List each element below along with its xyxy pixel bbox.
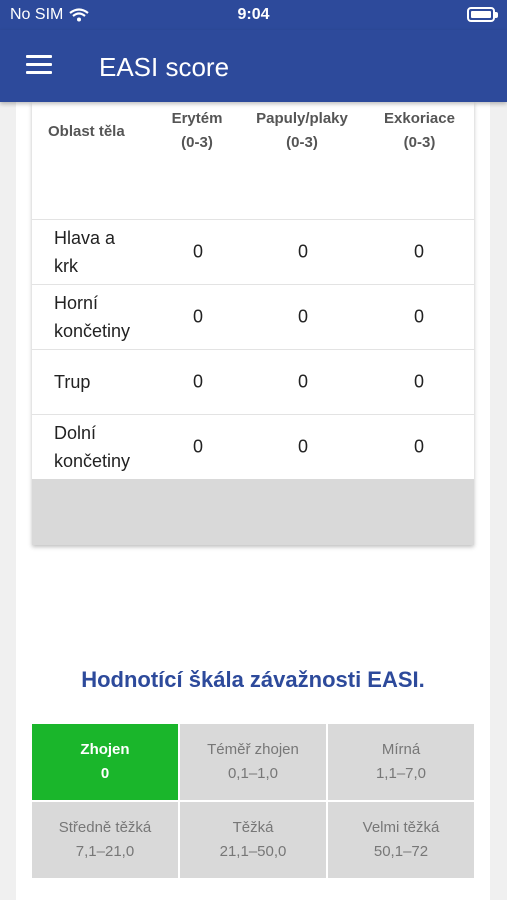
scale-cell-healed: Zhojen 0 <box>32 724 178 800</box>
column-header-excoriation-range: (0-3) <box>403 134 436 151</box>
column-header-excoriation-label: Exkoriace <box>384 110 455 127</box>
scale-cell-severe: Těžká 21,1–50,0 <box>180 802 326 878</box>
scale-cell-range: 1,1–7,0 <box>375 765 427 782</box>
row-area-line: končetiny <box>54 450 131 471</box>
scale-cell-range: 7,1–21,0 <box>75 843 135 860</box>
menu-icon[interactable] <box>26 55 52 75</box>
scale-cell-range: 0,1–1,0 <box>227 765 279 782</box>
severity-scale-title: Hodnotící škála závažnosti EASI. <box>81 667 425 692</box>
scale-cell-label: Téměř zhojen <box>207 741 299 758</box>
erythema-value[interactable]: 0 <box>178 306 218 327</box>
app-bar: EASI score <box>0 30 507 102</box>
row-area-label: Hlava a krk <box>54 224 154 280</box>
row-area-line: Trup <box>54 371 91 392</box>
row-area-line: Horní <box>54 292 99 313</box>
battery-icon <box>467 7 498 22</box>
row-area-label: Horní končetiny <box>54 289 154 345</box>
column-header-papules-range: (0-3) <box>286 134 318 151</box>
papules-value[interactable]: 0 <box>283 306 323 327</box>
row-area-line: Hlava a <box>54 227 116 248</box>
excoriation-value[interactable]: 0 <box>399 436 439 457</box>
content-page: Oblast těla Erytém (0-3) Papuly/plaky (0… <box>16 102 490 900</box>
row-area-line: krk <box>54 255 78 276</box>
table-row-head-neck[interactable]: Hlava a krk 0 0 0 <box>32 219 474 283</box>
severity-scale-grid: Zhojen 0 Téměř zhojen 0,1–1,0 Mírná 1,1–… <box>32 724 474 880</box>
papules-value[interactable]: 0 <box>283 436 323 457</box>
row-area-line: Dolní <box>54 422 97 443</box>
table-row-lower-limbs[interactable]: Dolní končetiny 0 0 0 <box>32 414 474 478</box>
column-header-erythema-label: Erytém <box>171 110 223 127</box>
scale-cell-moderate: Středně těžká 7,1–21,0 <box>32 802 178 878</box>
column-header-area: Oblast těla <box>48 123 125 140</box>
excoriation-value[interactable]: 0 <box>399 241 439 262</box>
app-title: EASI score <box>99 52 230 82</box>
row-area-label: Trup <box>54 368 154 396</box>
papules-value[interactable]: 0 <box>283 241 323 262</box>
row-area-label: Dolní končetiny <box>54 419 154 475</box>
scale-cell-label: Zhojen <box>80 741 130 758</box>
erythema-value[interactable]: 0 <box>178 241 218 262</box>
papules-value[interactable]: 0 <box>283 371 323 392</box>
scale-cell-range: 0 <box>100 765 110 782</box>
column-header-erythema: Erytém (0-3) <box>162 107 232 155</box>
erythema-value[interactable]: 0 <box>178 436 218 457</box>
column-header-papules-label: Papuly/plaky <box>256 110 348 127</box>
excoriation-value[interactable]: 0 <box>399 306 439 327</box>
scale-cell-mild: Mírná 1,1–7,0 <box>328 724 474 800</box>
status-bar: No SIM 9:04 <box>0 0 507 30</box>
scale-cell-very-severe: Velmi těžká 50,1–72 <box>328 802 474 878</box>
scale-cell-range: 50,1–72 <box>373 843 429 860</box>
scale-cell-label: Středně těžká <box>58 819 152 836</box>
status-time: 9:04 <box>237 6 270 23</box>
table-footer <box>32 479 474 545</box>
scale-cell-range: 21,1–50,0 <box>219 843 287 860</box>
column-header-excoriation: Exkoriace (0-3) <box>377 107 462 155</box>
excoriation-value[interactable]: 0 <box>399 371 439 392</box>
scale-cell-label: Těžká <box>232 819 274 836</box>
column-header-erythema-range: (0-3) <box>181 134 213 151</box>
table-row-trunk[interactable]: Trup 0 0 0 <box>32 349 474 413</box>
row-area-line: končetiny <box>54 320 131 341</box>
erythema-value[interactable]: 0 <box>178 371 218 392</box>
scale-cell-almost-healed: Téměř zhojen 0,1–1,0 <box>180 724 326 800</box>
table-row-upper-limbs[interactable]: Horní končetiny 0 0 0 <box>32 284 474 348</box>
column-header-papules: Papuly/plaky (0-3) <box>252 107 352 155</box>
scale-cell-label: Velmi těžká <box>362 819 440 836</box>
easi-table-card: Oblast těla Erytém (0-3) Papuly/plaky (0… <box>32 102 474 545</box>
scale-cell-label: Mírná <box>381 741 421 758</box>
